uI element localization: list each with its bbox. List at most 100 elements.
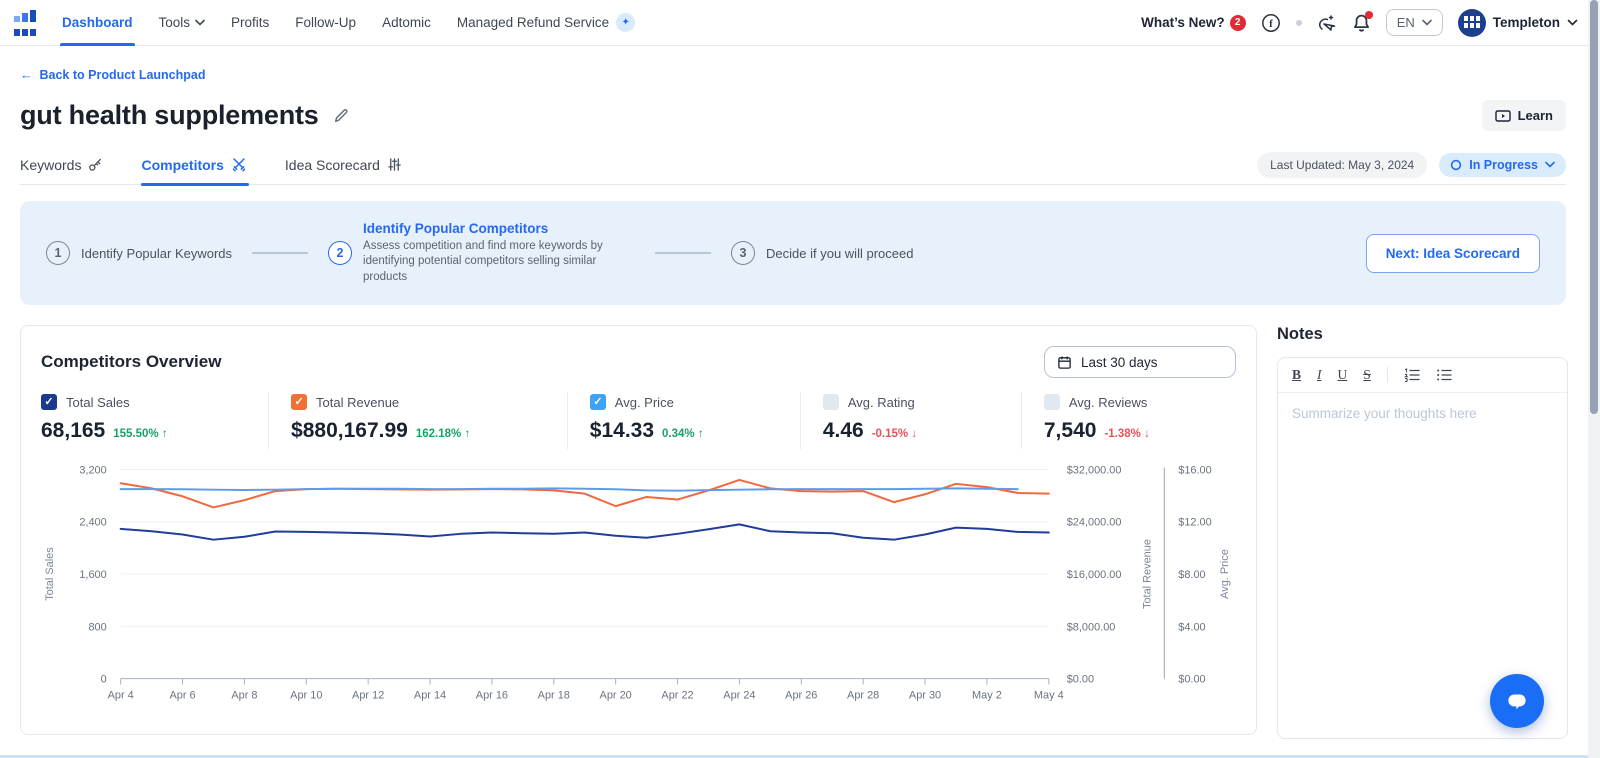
step-2[interactable]: 2 Identify Popular Competitors Assess co… xyxy=(328,221,635,286)
svg-text:Apr 22: Apr 22 xyxy=(661,690,693,702)
crossed-swords-icon xyxy=(231,157,247,173)
bold-button[interactable]: B xyxy=(1292,367,1301,383)
main-nav: Dashboard Tools Profits Follow-Up Adtomi… xyxy=(60,0,636,46)
svg-text:3,200: 3,200 xyxy=(79,464,106,476)
next-idea-scorecard-button[interactable]: Next: Idea Scorecard xyxy=(1365,233,1540,273)
back-arrow-icon: ← xyxy=(20,68,33,82)
metric-delta: 162.18% xyxy=(416,428,470,440)
metrics-row: Total Sales 68,165 155.50% Total Revenue xyxy=(41,392,1236,449)
step-1[interactable]: 1 Identify Popular Keywords xyxy=(46,241,232,265)
nav-item-follow-up[interactable]: Follow-Up xyxy=(295,0,356,46)
page-title: gut health supplements xyxy=(20,100,319,130)
svg-text:$4.00: $4.00 xyxy=(1178,621,1205,633)
separator-dot xyxy=(1295,19,1302,26)
metric-value: 7,540 xyxy=(1043,419,1097,442)
svg-text:Total Sales: Total Sales xyxy=(44,547,56,601)
svg-text:Avg. Price: Avg. Price xyxy=(1219,549,1231,599)
tab-idea-scorecard[interactable]: Idea Scorecard xyxy=(285,145,402,185)
bullet-list-button[interactable] xyxy=(1436,368,1452,382)
metric-value: 4.46 xyxy=(822,419,864,442)
line-chart[interactable]: 0 800 1,600 2,400 3,200 Apr 4 Apr 6 Apr 8 Apr 10… xyxy=(41,457,1236,709)
nav-item-adtomic[interactable]: Adtomic xyxy=(382,0,431,46)
avg-reviews-checkbox[interactable] xyxy=(1043,394,1060,410)
progress-stepper: 1 Identify Popular Keywords 2 Identify P… xyxy=(20,201,1566,305)
last-updated-badge: Last Updated: May 3, 2024 xyxy=(1257,151,1428,178)
nav-item-dashboard[interactable]: Dashboard xyxy=(60,0,135,46)
svg-text:$24,000.00: $24,000.00 xyxy=(1067,517,1122,529)
tab-competitors[interactable]: Competitors xyxy=(141,145,250,186)
notification-dot xyxy=(1364,10,1373,19)
language-selector[interactable]: EN xyxy=(1385,9,1443,36)
ordered-list-button[interactable] xyxy=(1403,368,1420,382)
scrollbar-thumb[interactable] xyxy=(1590,0,1598,414)
total-revenue-checkbox[interactable] xyxy=(291,394,308,410)
metric-label: Avg. Price xyxy=(614,394,674,410)
magic-pointer-icon[interactable] xyxy=(1317,13,1337,33)
competitors-overview-card: Competitors Overview Last 30 days Total … xyxy=(20,325,1257,735)
svg-text:Apr 8: Apr 8 xyxy=(231,690,257,702)
status-dropdown[interactable]: In Progress xyxy=(1439,152,1566,177)
metric-label: Avg. Reviews xyxy=(1068,394,1148,410)
underline-button[interactable]: U xyxy=(1338,367,1348,383)
avg-price-checkbox[interactable] xyxy=(589,394,606,410)
metric-avg-price: Avg. Price $14.33 0.34% xyxy=(566,392,800,449)
learn-button[interactable]: Learn xyxy=(1481,100,1566,131)
svg-text:0: 0 xyxy=(101,674,107,686)
strikethrough-button[interactable]: S xyxy=(1363,367,1371,383)
svg-text:Apr 14: Apr 14 xyxy=(414,690,446,702)
competitors-chart: 0 800 1,600 2,400 3,200 Apr 4 Apr 6 Apr 8 Apr 10… xyxy=(41,457,1236,714)
back-link[interactable]: ← Back to Product Launchpad xyxy=(20,68,206,82)
svg-text:Total Revenue: Total Revenue xyxy=(1141,539,1153,609)
svg-text:Apr 18: Apr 18 xyxy=(538,690,570,702)
chat-widget-button[interactable] xyxy=(1490,674,1544,728)
sparkle-icon: ✦ xyxy=(616,13,636,32)
step-2-description: Assess competition and find more keyword… xyxy=(363,239,603,283)
user-name: Templeton xyxy=(1492,15,1560,30)
main-row: Competitors Overview Last 30 days Total … xyxy=(20,325,1568,739)
edit-title-icon[interactable] xyxy=(333,107,350,124)
nav-item-tools[interactable]: Tools xyxy=(159,0,206,46)
metric-label: Avg. Rating xyxy=(847,394,915,410)
step-1-number: 1 xyxy=(46,241,70,265)
metric-label: Total Revenue xyxy=(316,394,400,410)
svg-text:Apr 16: Apr 16 xyxy=(476,690,508,702)
svg-text:$8,000.00: $8,000.00 xyxy=(1067,621,1116,633)
svg-text:$32,000.00: $32,000.00 xyxy=(1067,464,1122,476)
calendar-icon xyxy=(1058,356,1071,369)
notes-input[interactable]: Summarize your thoughts here xyxy=(1278,393,1567,723)
italic-button[interactable]: I xyxy=(1317,367,1322,383)
step-2-number: 2 xyxy=(328,240,353,265)
tab-keywords[interactable]: Keywords xyxy=(20,145,103,185)
metric-delta: -1.38% xyxy=(1104,428,1149,440)
whats-new-link[interactable]: What’s New? 2 xyxy=(1141,14,1246,31)
svg-text:May 2: May 2 xyxy=(972,690,1002,702)
metric-delta: -0.15% xyxy=(872,428,917,440)
chevron-down-icon xyxy=(1545,161,1555,168)
avg-rating-checkbox[interactable] xyxy=(822,394,839,410)
step-3[interactable]: 3 Decide if you will proceed xyxy=(731,241,913,265)
step-connector xyxy=(655,252,712,254)
svg-text:May 4: May 4 xyxy=(1034,690,1064,702)
user-menu[interactable]: Templeton xyxy=(1457,8,1578,37)
nav-item-managed-refund-service[interactable]: Managed Refund Service ✦ xyxy=(457,0,636,46)
svg-text:Apr 24: Apr 24 xyxy=(723,690,755,702)
brand-logo-icon[interactable] xyxy=(14,9,36,36)
whats-new-count-badge: 2 xyxy=(1229,14,1246,31)
logo-bars xyxy=(14,9,36,22)
svg-text:$8.00: $8.00 xyxy=(1178,569,1205,581)
date-range-dropdown[interactable]: Last 30 days xyxy=(1044,346,1236,378)
notifications-bell-icon[interactable] xyxy=(1352,10,1373,33)
page-scrollbar[interactable] xyxy=(1588,0,1600,758)
metric-avg-rating: Avg. Rating 4.46 -0.15% xyxy=(799,392,1021,449)
app-root: Dashboard Tools Profits Follow-Up Adtomi… xyxy=(0,0,1600,758)
facebook-icon[interactable]: f xyxy=(1261,13,1281,33)
avatar xyxy=(1457,8,1486,37)
metric-label: Total Sales xyxy=(66,394,130,410)
nav-item-profits[interactable]: Profits xyxy=(231,0,269,46)
svg-text:$0.00: $0.00 xyxy=(1067,674,1094,686)
svg-text:$0.00: $0.00 xyxy=(1178,674,1205,686)
metric-value: 68,165 xyxy=(41,419,106,442)
svg-text:$16.00: $16.00 xyxy=(1178,464,1211,476)
step-3-number: 3 xyxy=(731,241,756,265)
total-sales-checkbox[interactable] xyxy=(41,394,57,410)
